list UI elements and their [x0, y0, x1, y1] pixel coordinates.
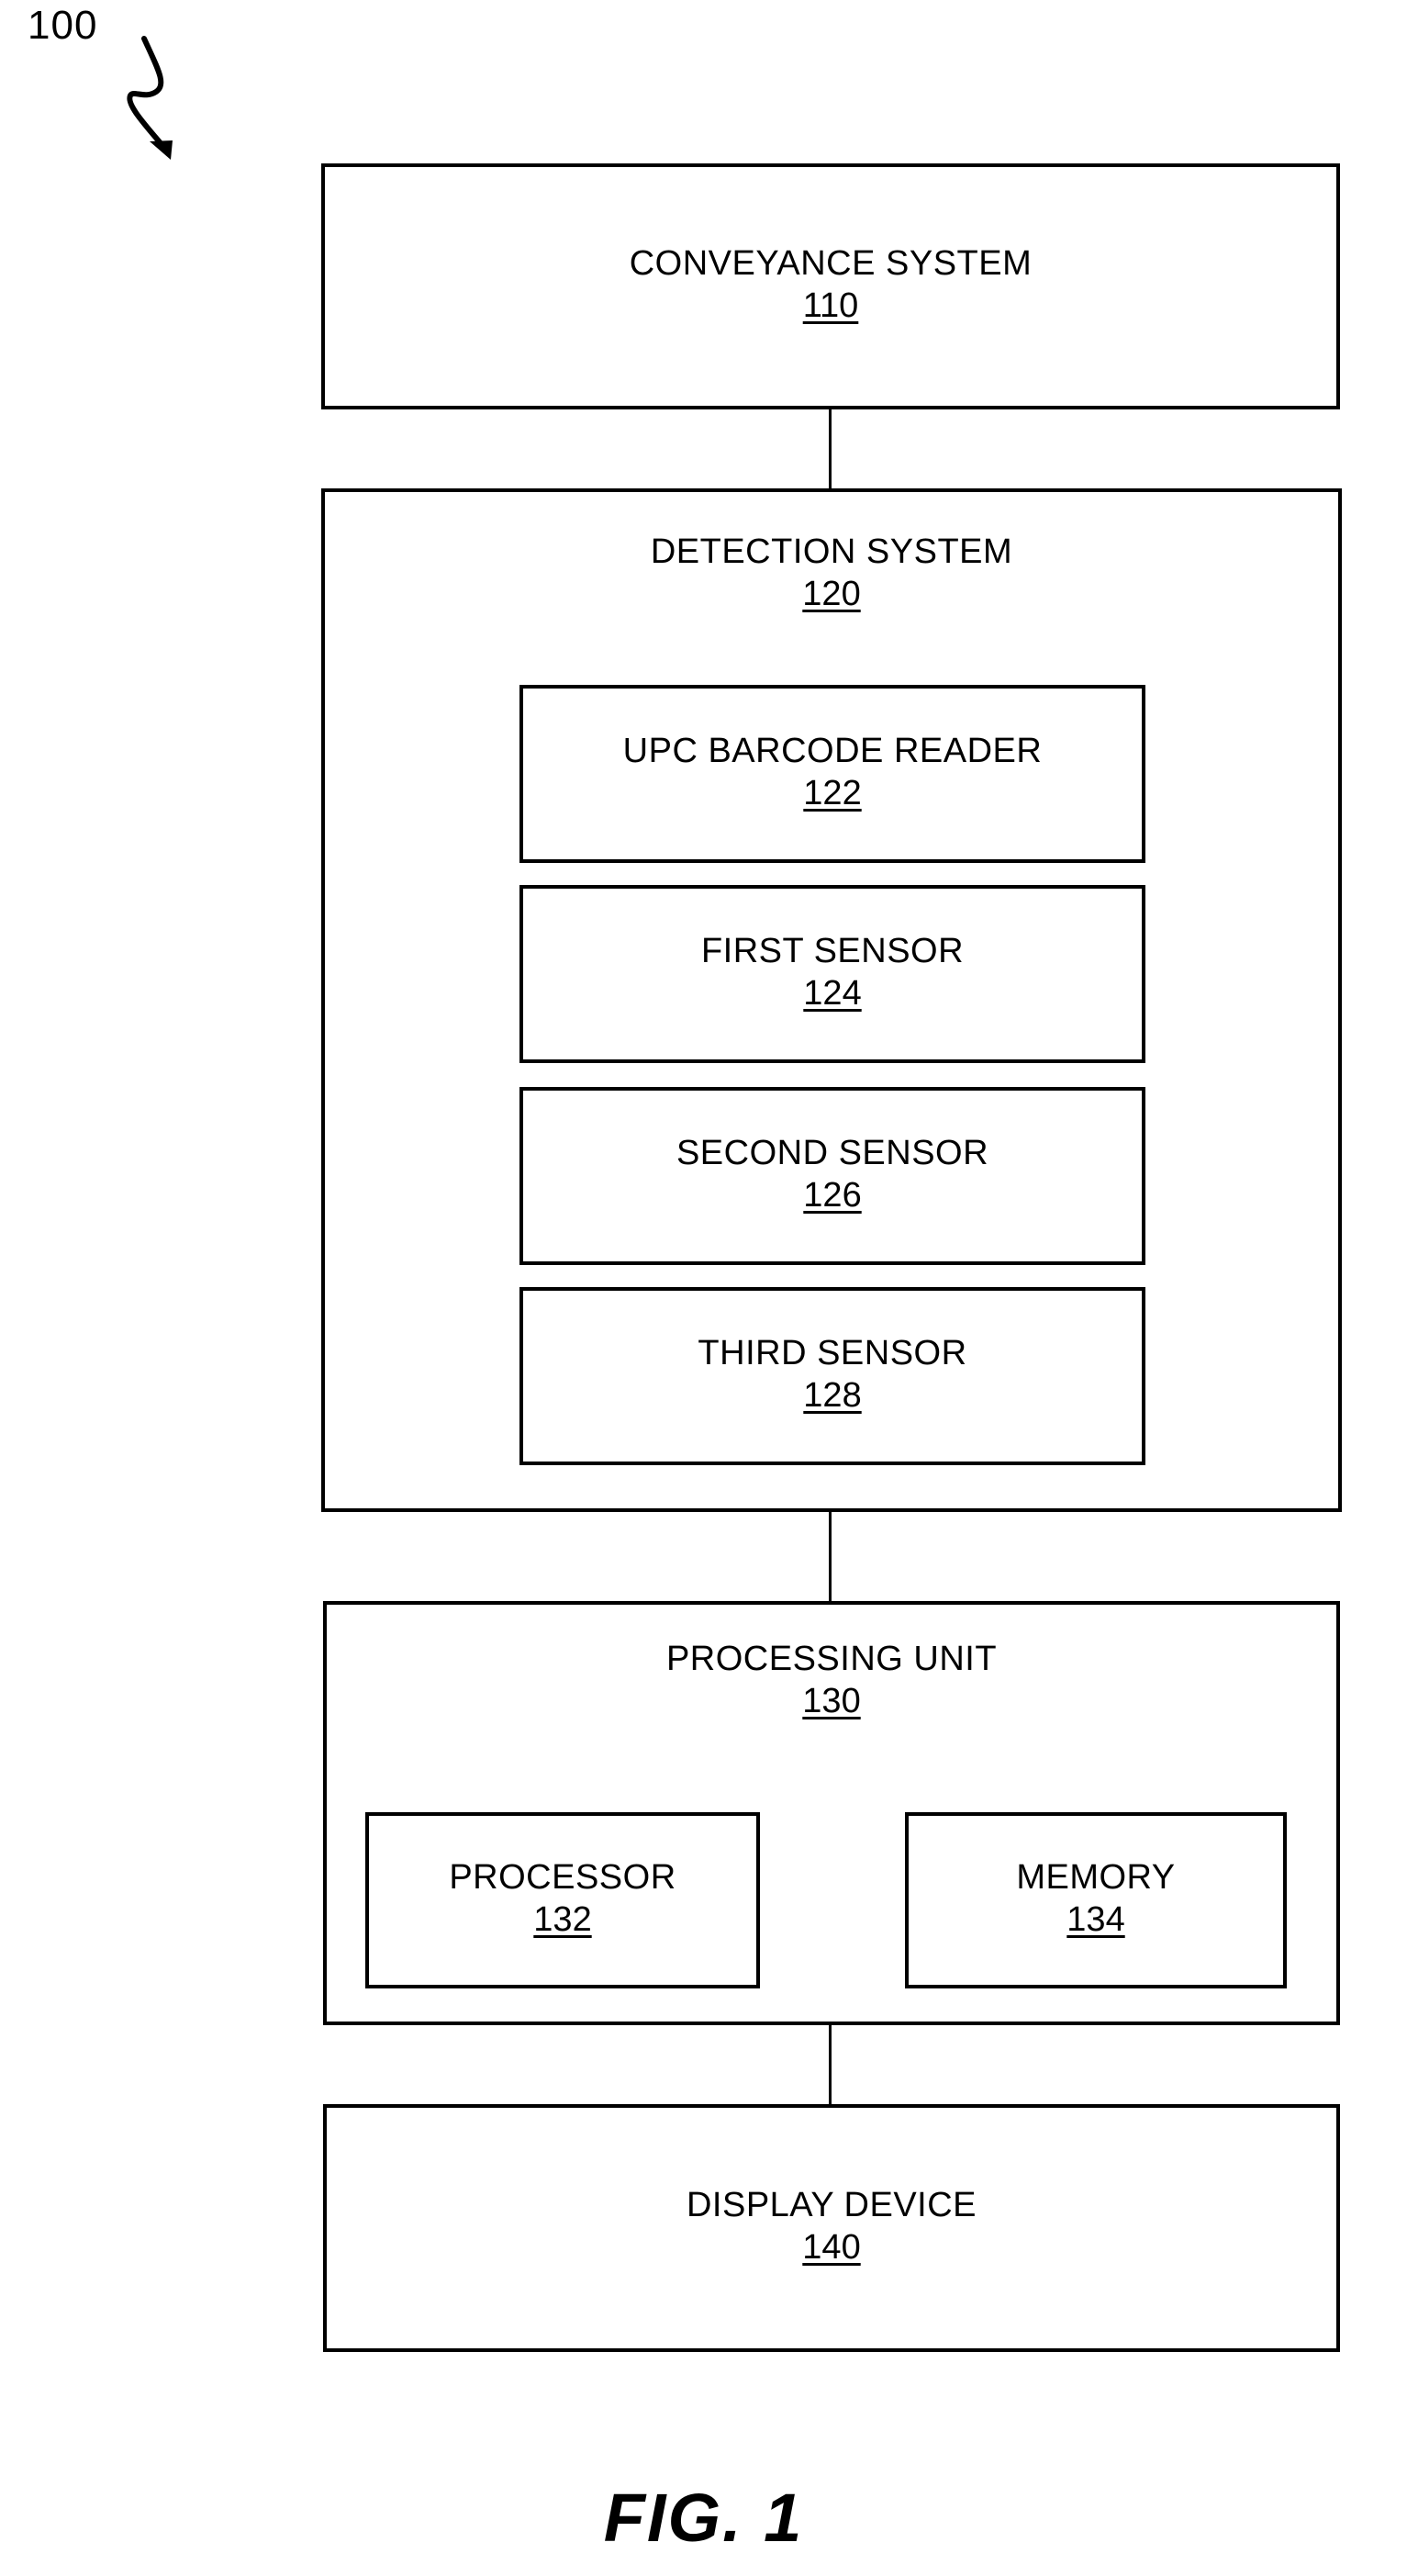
processing-unit-label: PROCESSING UNIT: [665, 1640, 998, 1678]
display-device-number: 140: [802, 2228, 861, 2268]
block-processing-unit: PROCESSING UNIT 130 PROCESSOR 132 MEMORY…: [323, 1601, 1340, 2025]
processor-number: 132: [533, 1900, 592, 1940]
connector-processing-to-display: [829, 2025, 832, 2106]
second-sensor-label: SECOND SENSOR: [676, 1134, 989, 1173]
block-memory: MEMORY 134: [905, 1812, 1287, 1988]
memory-number: 134: [1066, 1900, 1125, 1940]
block-detection-system: DETECTION SYSTEM 120 UPC BARCODE READER …: [321, 488, 1342, 1512]
second-sensor-number: 126: [803, 1176, 862, 1215]
processing-unit-heading: PROCESSING UNIT 130: [327, 1641, 1336, 1722]
memory-label: MEMORY: [1016, 1858, 1176, 1898]
upc-barcode-reader-label: UPC BARCODE READER: [622, 732, 1043, 771]
third-sensor-number: 128: [803, 1376, 862, 1416]
processing-unit-number: 130: [802, 1681, 861, 1720]
conveyance-system-label: CONVEYANCE SYSTEM: [629, 244, 1033, 284]
block-upc-barcode-reader: UPC BARCODE READER 122: [519, 685, 1145, 863]
processor-label: PROCESSOR: [449, 1858, 676, 1898]
connector-detection-to-processing: [829, 1512, 832, 1601]
block-third-sensor: THIRD SENSOR 128: [519, 1287, 1145, 1465]
display-device-label: DISPLAY DEVICE: [686, 2186, 977, 2225]
block-second-sensor: SECOND SENSOR 126: [519, 1087, 1145, 1265]
curved-lead-arrow-icon: [127, 36, 173, 160]
first-sensor-number: 124: [803, 974, 862, 1014]
detection-system-number: 120: [802, 574, 861, 613]
upc-barcode-reader-number: 122: [803, 774, 862, 813]
block-first-sensor: FIRST SENSOR 124: [519, 885, 1145, 1063]
third-sensor-label: THIRD SENSOR: [698, 1334, 967, 1373]
connector-conveyance-to-detection: [829, 409, 832, 488]
block-conveyance-system: CONVEYANCE SYSTEM 110: [321, 163, 1340, 409]
figure-reference-numeral: 100: [28, 3, 98, 48]
first-sensor-label: FIRST SENSOR: [700, 932, 965, 971]
conveyance-system-number: 110: [802, 286, 859, 326]
detection-system-label: DETECTION SYSTEM: [650, 532, 1013, 571]
detection-system-heading: DETECTION SYSTEM 120: [325, 532, 1338, 615]
block-processor: PROCESSOR 132: [365, 1812, 760, 1988]
block-display-device: DISPLAY DEVICE 140: [323, 2104, 1340, 2352]
figure-caption: FIG. 1: [603, 2480, 804, 2556]
